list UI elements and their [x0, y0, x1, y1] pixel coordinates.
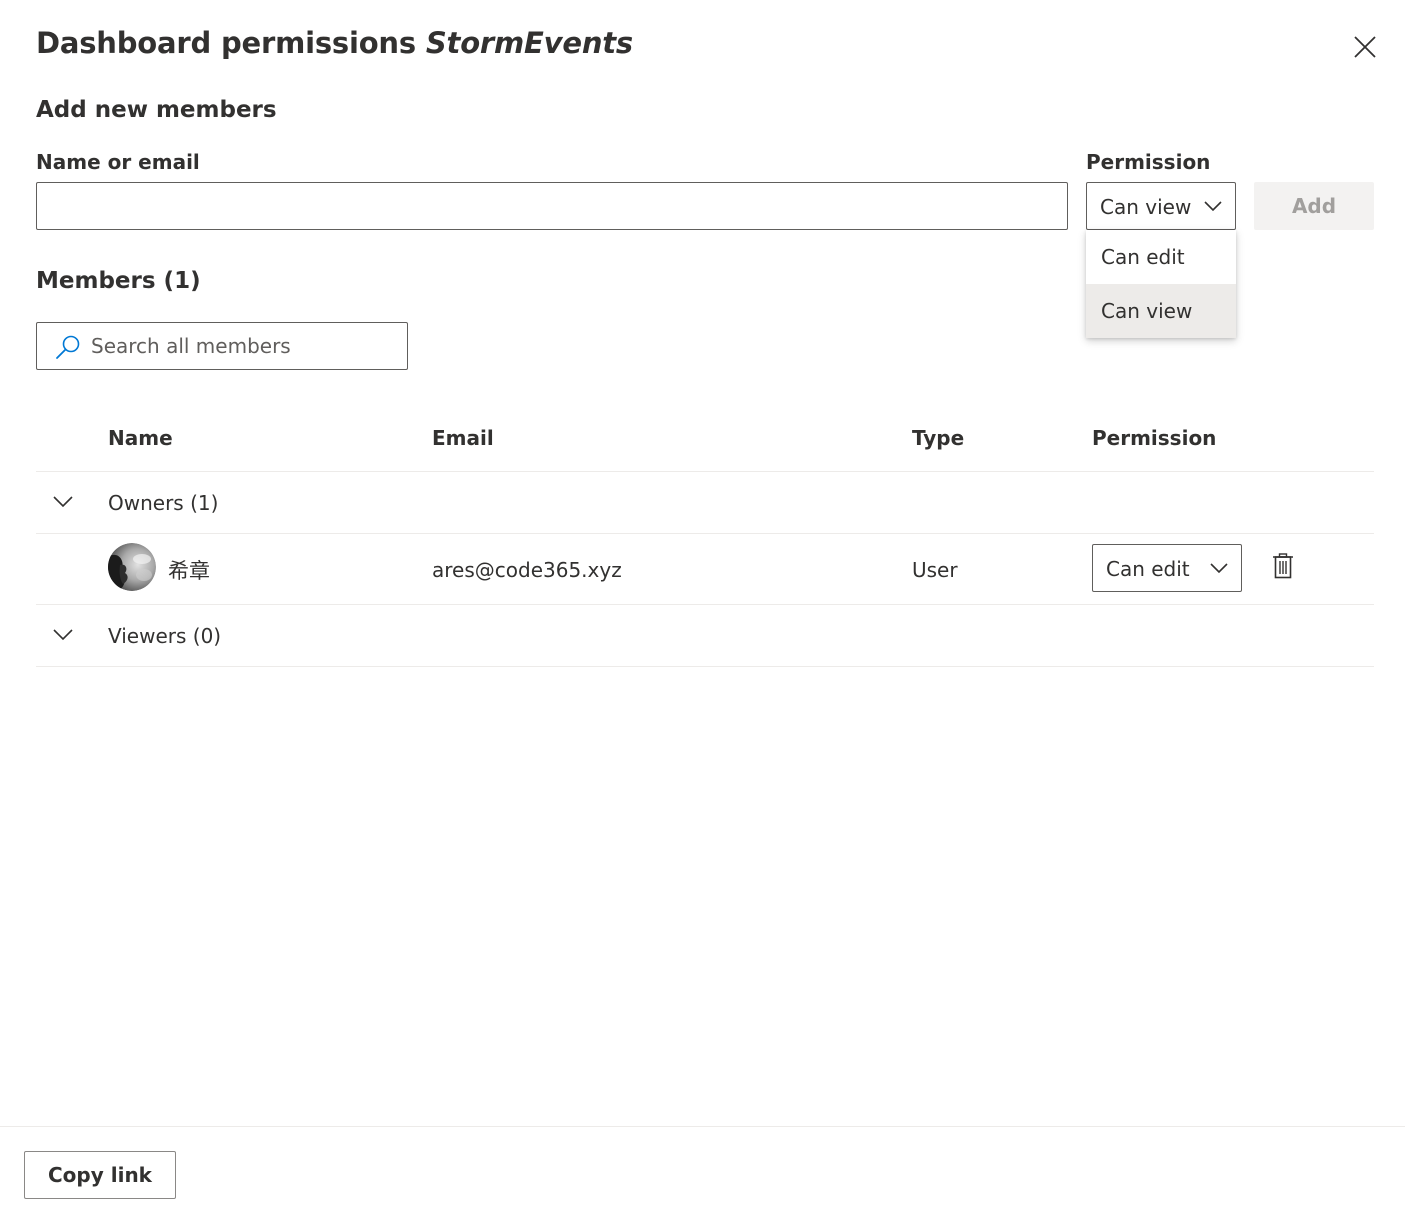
member-type: User [912, 558, 958, 582]
row-divider [36, 666, 1374, 667]
group-row-owners: Owners (1) [36, 472, 1374, 534]
chevron-down-icon [1210, 563, 1228, 574]
footer-divider [0, 1126, 1405, 1127]
name-email-input[interactable] [36, 182, 1068, 230]
dialog-title: Dashboard permissions StormEvents [36, 26, 633, 60]
menu-item-can-view[interactable]: Can view [1086, 284, 1236, 338]
table-row: 希章 ares@code365.xyz User Can edit [36, 534, 1374, 604]
member-name: 希章 [168, 559, 210, 583]
close-icon [1354, 36, 1376, 58]
group-row-viewers: Viewers (0) [36, 605, 1374, 667]
permission-label: Permission [1086, 150, 1211, 174]
chevron-down-icon [1204, 201, 1222, 212]
copy-link-button[interactable]: Copy link [24, 1151, 176, 1199]
group-label-owners: Owners (1) [108, 491, 219, 515]
member-search-box[interactable] [36, 322, 408, 370]
search-icon [56, 335, 80, 359]
column-header-permission[interactable]: Permission [1092, 426, 1216, 450]
column-header-email[interactable]: Email [432, 426, 494, 450]
avatar [108, 543, 156, 591]
permission-dropdown-value: Can view [1100, 195, 1192, 219]
member-permission-dropdown[interactable]: Can edit [1092, 544, 1242, 592]
permission-dropdown-menu: Can edit Can view [1086, 230, 1236, 338]
chevron-down-icon[interactable] [52, 627, 74, 641]
add-button[interactable]: Add [1254, 182, 1374, 230]
member-permission-value: Can edit [1106, 557, 1190, 581]
members-heading: Members (1) [36, 268, 201, 294]
close-button[interactable] [1351, 33, 1379, 61]
member-search-input[interactable] [91, 331, 391, 361]
trash-icon[interactable] [1272, 553, 1294, 579]
permission-dropdown[interactable]: Can view [1086, 182, 1236, 230]
add-members-heading: Add new members [36, 97, 277, 123]
column-header-name[interactable]: Name [108, 426, 173, 450]
member-email: ares@code365.xyz [432, 558, 622, 582]
chevron-down-icon[interactable] [52, 494, 74, 508]
group-label-viewers: Viewers (0) [108, 624, 222, 648]
dashboard-name: StormEvents [425, 26, 633, 60]
menu-item-can-edit[interactable]: Can edit [1086, 230, 1236, 284]
name-email-label: Name or email [36, 150, 200, 174]
column-header-type[interactable]: Type [912, 426, 964, 450]
dialog-title-prefix: Dashboard permissions [36, 26, 416, 60]
